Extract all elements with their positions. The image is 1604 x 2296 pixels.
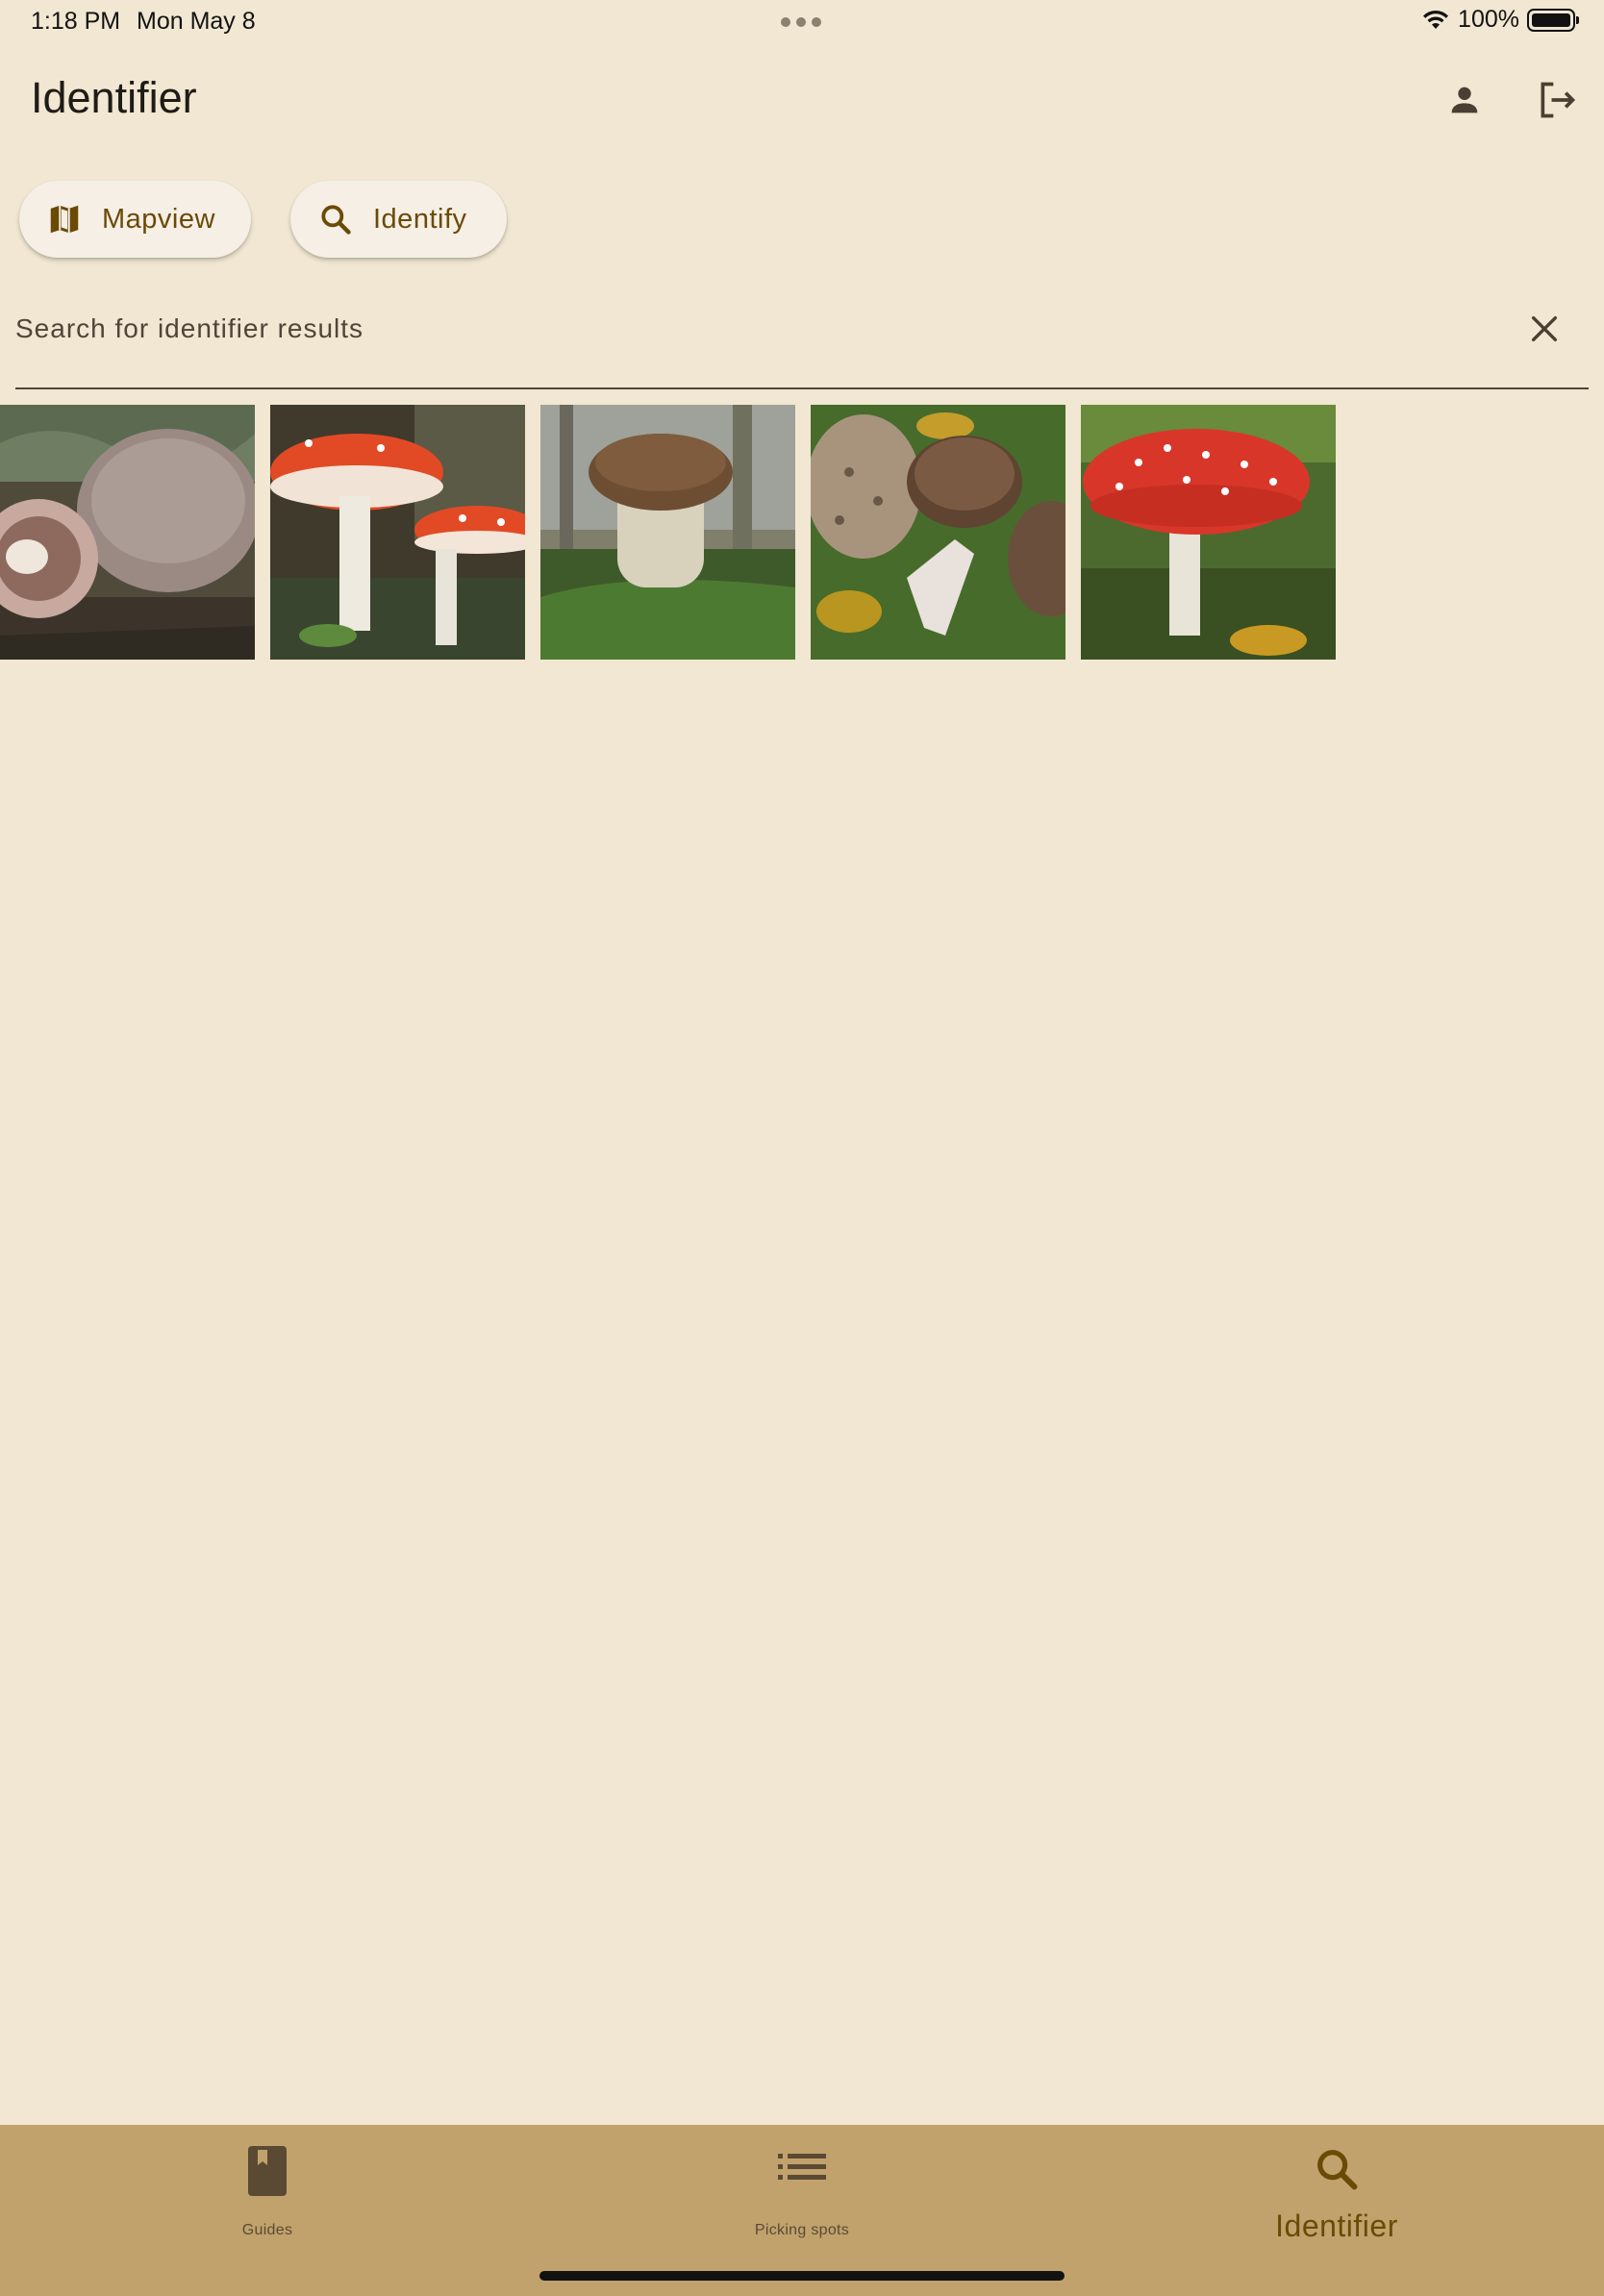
identify-chip[interactable]: Identify xyxy=(290,181,507,258)
person-icon xyxy=(1451,87,1478,113)
battery-percent: 100% xyxy=(1458,6,1519,33)
mushroom-photo xyxy=(0,405,255,660)
wifi-icon xyxy=(1423,10,1449,29)
nav-item-identifier[interactable]: Identifier xyxy=(1069,2125,1604,2296)
mushroom-photo xyxy=(811,405,1065,660)
status-date: Mon May 8 xyxy=(137,8,256,35)
identify-chip-label: Identify xyxy=(373,203,467,235)
search-input[interactable] xyxy=(15,300,1516,358)
result-thumbnail[interactable] xyxy=(1081,405,1336,660)
nav-label-identifier: Identifier xyxy=(1275,2209,1398,2243)
nav-label-guides: Guides xyxy=(241,2222,293,2238)
battery-icon xyxy=(1527,8,1579,32)
page-title: Identifier xyxy=(31,73,197,122)
status-time: 1:18 PM xyxy=(31,8,121,35)
mushroom-photo xyxy=(540,405,795,660)
result-thumbnail[interactable] xyxy=(0,405,255,660)
logout-button[interactable] xyxy=(1522,65,1591,135)
mushroom-photo xyxy=(1081,405,1336,660)
search-underline xyxy=(15,387,1589,389)
search-icon xyxy=(1317,2150,1358,2190)
result-thumbnail[interactable] xyxy=(811,405,1065,660)
book-icon xyxy=(248,2146,287,2196)
search-icon xyxy=(321,205,351,235)
status-indicators: 100% xyxy=(1421,6,1579,34)
result-thumbnail[interactable] xyxy=(270,405,525,660)
mushroom-photo xyxy=(270,405,525,660)
result-thumbnail[interactable] xyxy=(540,405,795,660)
map-icon xyxy=(50,205,79,234)
list-icon xyxy=(778,2154,826,2180)
mapview-chip-label: Mapview xyxy=(102,203,215,235)
nav-item-guides[interactable]: Guides xyxy=(0,2125,535,2296)
nav-label-picking-spots: Picking spots xyxy=(754,2222,850,2238)
home-indicator[interactable] xyxy=(539,2271,1065,2281)
close-icon xyxy=(1531,315,1558,342)
multitasking-dots-icon[interactable] xyxy=(781,17,821,27)
logout-icon xyxy=(1541,82,1576,118)
profile-button[interactable] xyxy=(1430,65,1499,135)
clear-search-button[interactable] xyxy=(1510,294,1579,363)
mapview-chip[interactable]: Mapview xyxy=(19,181,251,258)
